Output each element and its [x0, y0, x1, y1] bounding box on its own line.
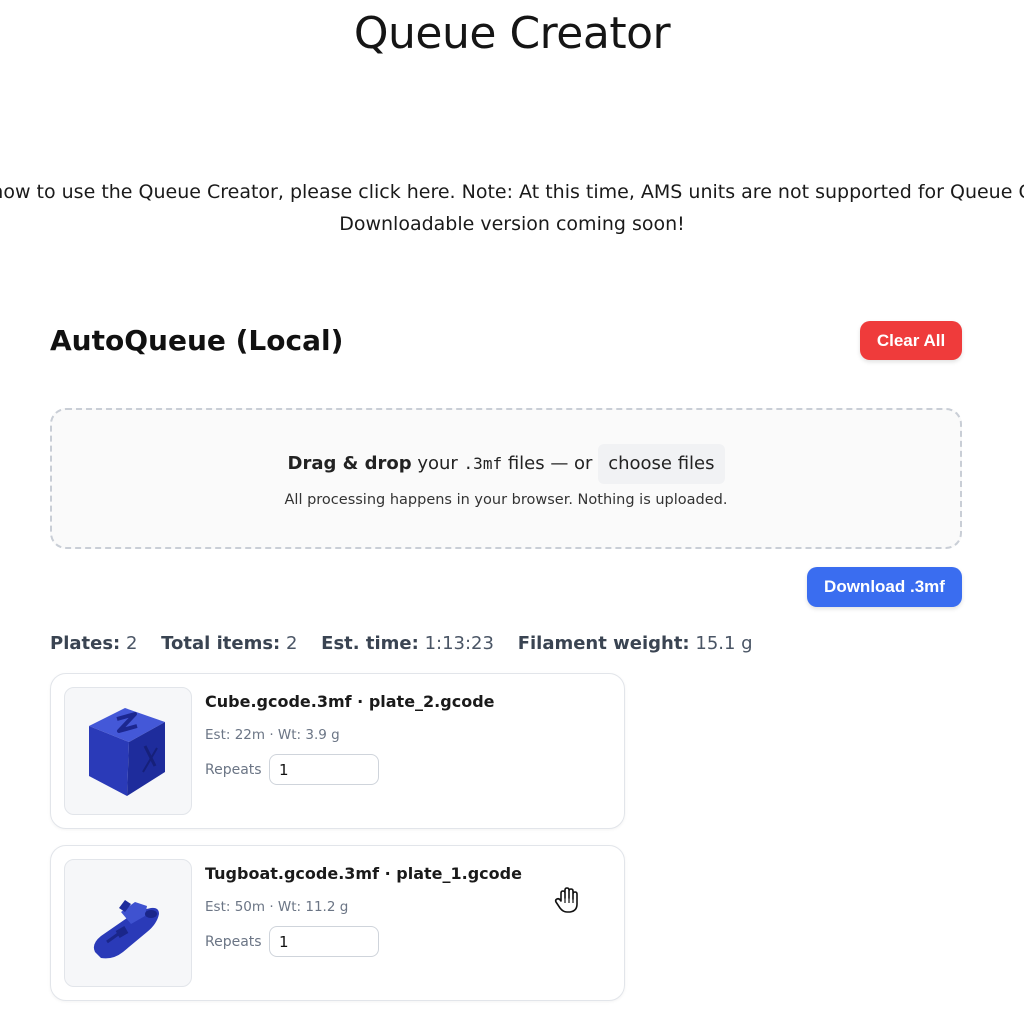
- repeats-input[interactable]: [269, 926, 379, 957]
- queue-stats: Plates: 2 Total items: 2 Est. time: 1:13…: [50, 633, 771, 654]
- autoqueue-title: AutoQueue (Local): [50, 324, 344, 357]
- tugboat-model-icon: [93, 900, 159, 959]
- plate-card[interactable]: Cube.gcode.3mf · plate_2.gcode Est: 22m …: [50, 673, 625, 829]
- stat-filament-weight: Filament weight: 15.1 g: [517, 633, 753, 654]
- choose-files-button[interactable]: choose files: [598, 444, 725, 484]
- dropzone-extension: .3mf: [463, 454, 503, 473]
- plate-name: Tugboat.gcode.3mf · plate_1.gcode: [205, 864, 522, 883]
- dropzone-text-2: files — or: [507, 453, 593, 474]
- repeats-label: Repeats: [205, 762, 262, 778]
- repeats-input[interactable]: [269, 754, 379, 785]
- plate-name: Cube.gcode.3mf · plate_2.gcode: [205, 692, 495, 711]
- dropzone-text-1: your: [417, 453, 458, 474]
- dropzone-bold-text: Drag & drop: [287, 453, 412, 474]
- plate-meta: Est: 50m · Wt: 11.2 g: [205, 899, 349, 915]
- notice-text: n how to use the Queue Creator, please c…: [0, 176, 1024, 240]
- hand-cursor-icon: [554, 887, 578, 913]
- plate-card[interactable]: Tugboat.gcode.3mf · plate_1.gcode Est: 5…: [50, 845, 625, 1001]
- clear-all-button[interactable]: Clear All: [860, 321, 962, 360]
- notice-line-1: n how to use the Queue Creator, please c…: [0, 181, 1024, 203]
- file-dropzone[interactable]: Drag & drop your .3mf files — or choose …: [50, 408, 962, 549]
- repeats-label: Repeats: [205, 934, 262, 950]
- plate-meta: Est: 22m · Wt: 3.9 g: [205, 727, 340, 743]
- dropzone-note: All processing happens in your browser. …: [284, 492, 728, 508]
- notice-line-2: Downloadable version coming soon!: [339, 213, 685, 235]
- stat-est-time: Est. time: 1:13:23: [321, 633, 494, 654]
- download-3mf-button[interactable]: Download .3mf: [807, 567, 962, 607]
- page-title: Queue Creator: [353, 8, 671, 59]
- plate-thumbnail: [64, 687, 192, 815]
- plate-thumbnail: [64, 859, 192, 987]
- cube-model-icon: [89, 708, 165, 796]
- stat-plates: Plates: 2: [50, 633, 138, 654]
- dropzone-instructions: Drag & drop your .3mf files — or choose …: [52, 444, 960, 484]
- stat-total-items: Total items: 2: [161, 633, 298, 654]
